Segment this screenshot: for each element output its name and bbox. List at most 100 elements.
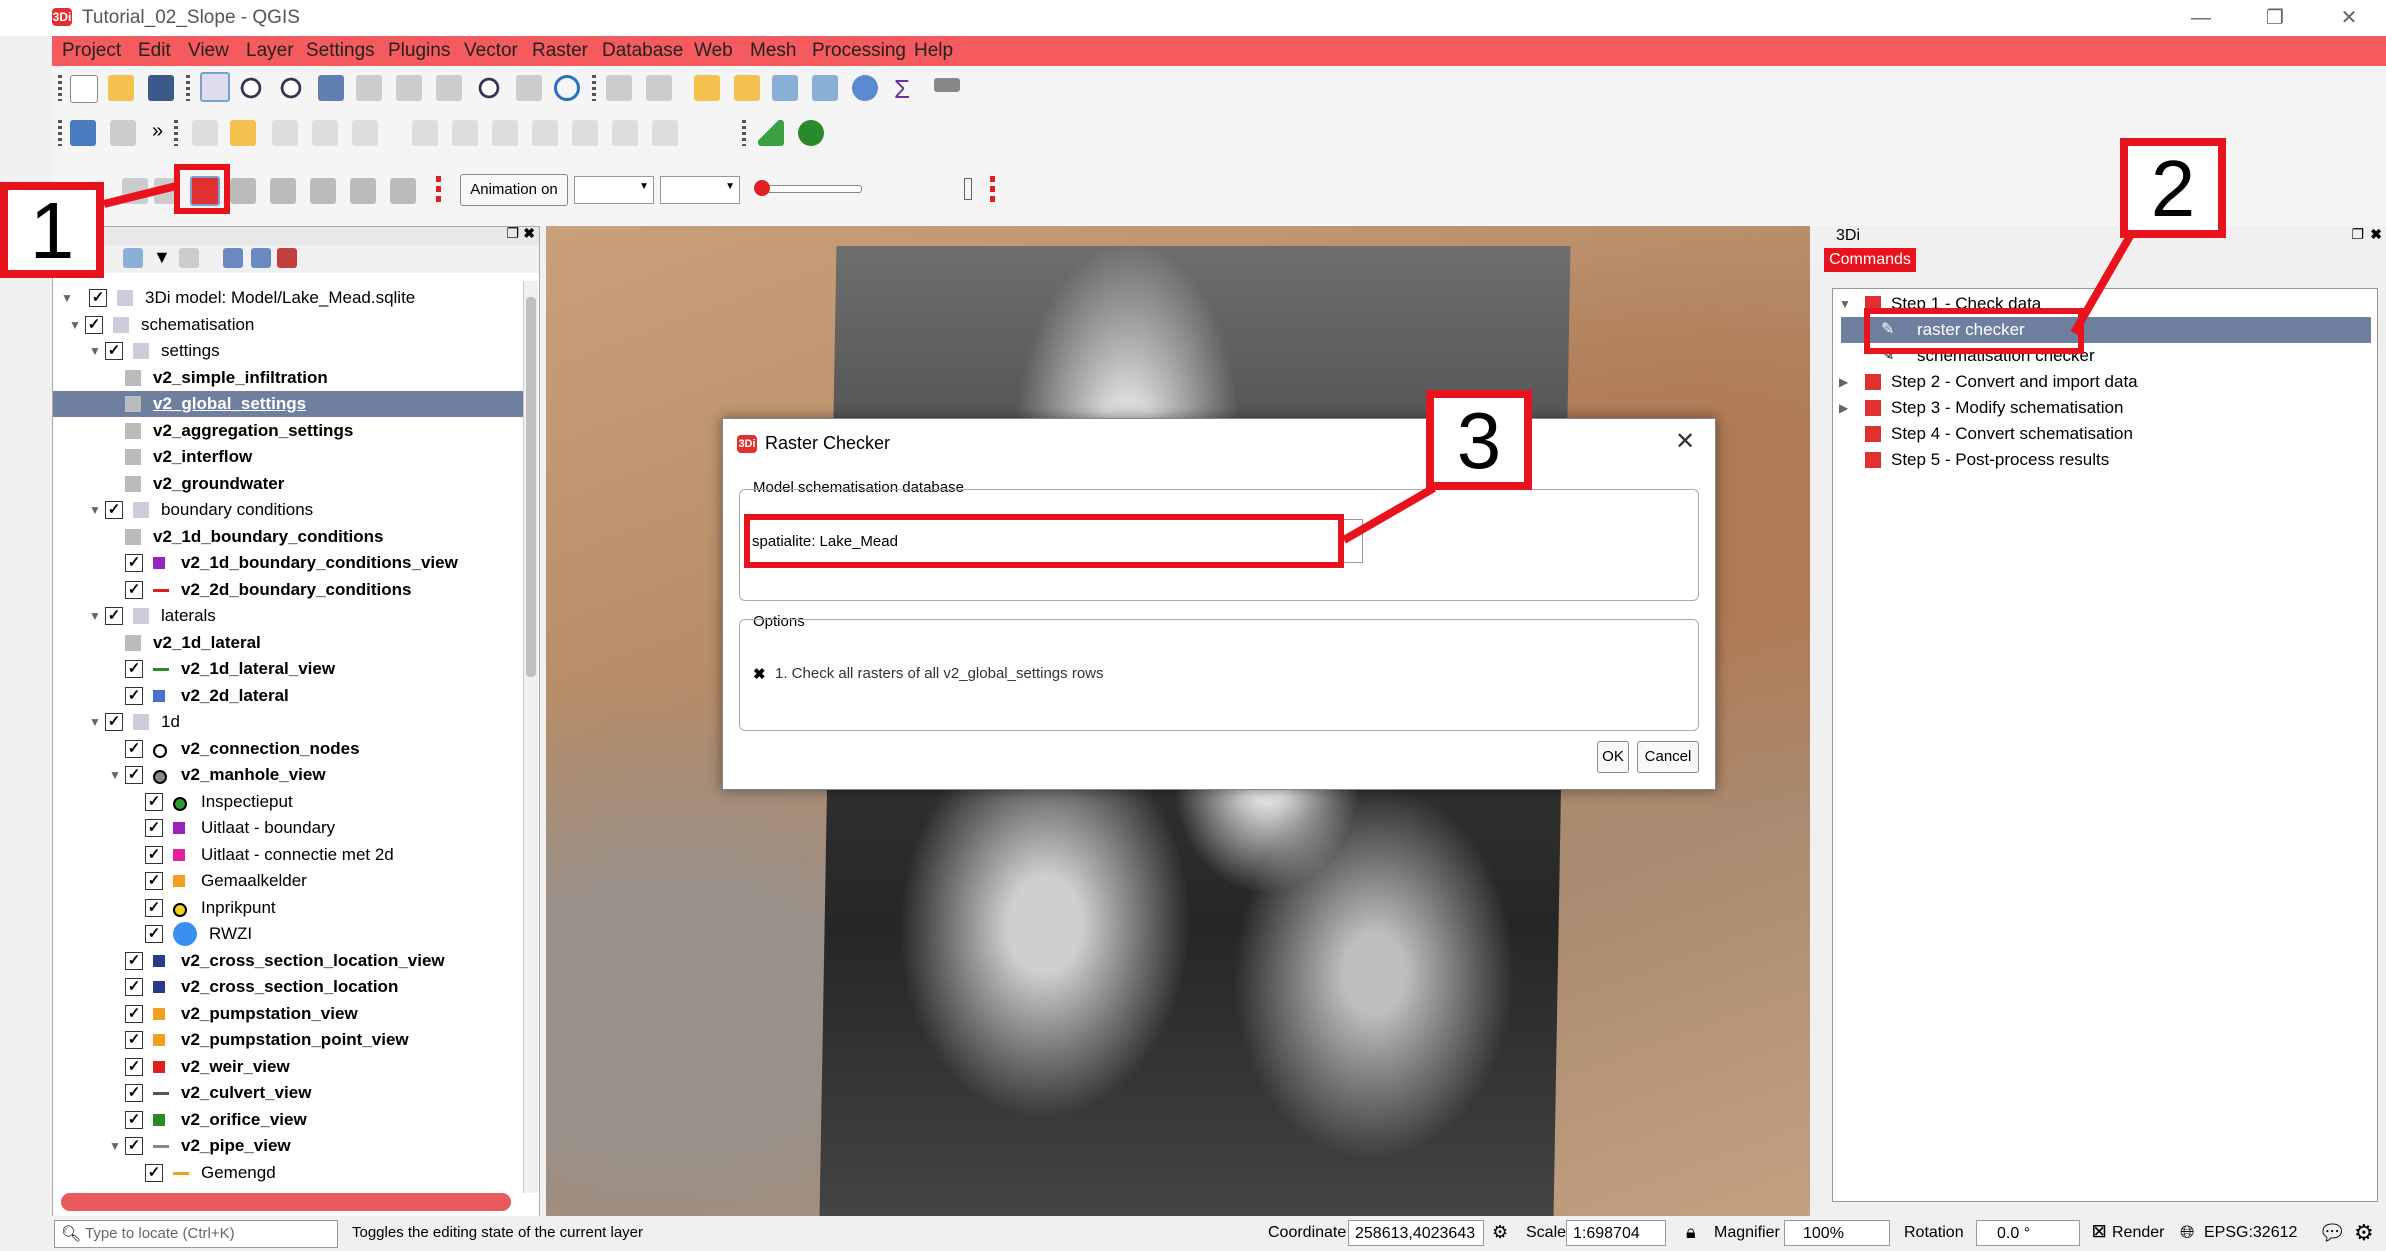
expand-all-icon[interactable]	[223, 248, 243, 268]
zoom-layer-icon[interactable]	[396, 75, 422, 101]
layer-checkbox[interactable]: ✓	[145, 898, 163, 917]
collapse-arrow-icon[interactable]: ▼	[1839, 291, 1851, 317]
ok-button[interactable]: OK	[1597, 741, 1629, 773]
layer-checkbox[interactable]: ✓	[125, 580, 143, 599]
toolbar-handle[interactable]	[592, 75, 596, 101]
layer-row[interactable]: ✓ v2_2d_boundary_conditions	[53, 577, 523, 603]
layer-row[interactable]: ✓ v2_pumpstation_point_view	[53, 1027, 523, 1053]
layer-row[interactable]: ✓ Inprikpunt	[53, 895, 523, 921]
processing-toolbox-icon[interactable]	[852, 75, 878, 101]
collapse-arrow-icon[interactable]: ▼	[61, 285, 73, 311]
field-calculator-icon[interactable]	[812, 75, 838, 101]
restore-button[interactable]: ❐	[2250, 2, 2300, 34]
statistics-sum-icon[interactable]: Σ	[894, 74, 910, 105]
layer-row[interactable]: v2_1d_lateral	[53, 630, 523, 656]
layer-checkbox[interactable]: ✓	[85, 315, 103, 334]
zoom-full-icon[interactable]	[318, 75, 344, 101]
save-project-icon[interactable]	[148, 75, 174, 101]
3di-info-icon[interactable]	[798, 120, 824, 146]
layer-row[interactable]: ✓ v2_1d_lateral_view	[53, 656, 523, 682]
vertex-tool-icon[interactable]	[352, 120, 378, 146]
layer-row[interactable]: ▼ ✓ v2_pipe_view	[53, 1133, 523, 1159]
layer-checkbox[interactable]: ✓	[125, 1137, 143, 1155]
digitize-icon[interactable]	[110, 120, 136, 146]
layer-row[interactable]: ▼ ✓ schematisation	[53, 312, 523, 338]
select-by-value-icon[interactable]	[694, 75, 720, 101]
menu-vector[interactable]: Vector	[464, 40, 518, 62]
3di-results-icon[interactable]	[758, 120, 784, 146]
layer-checkbox[interactable]: ✓	[145, 1163, 163, 1182]
undo-icon[interactable]	[612, 120, 638, 146]
layer-row[interactable]: v2_interflow	[53, 444, 523, 470]
current-edits-icon[interactable]	[192, 120, 218, 146]
minimize-button[interactable]: —	[2176, 2, 2226, 34]
tree-step-4[interactable]: Step 4 - Convert schematisation	[1833, 421, 2373, 447]
layer-checkbox[interactable]: ✓	[125, 951, 143, 970]
layer-row[interactable]: ✓ v2_orifice_view	[53, 1107, 523, 1133]
animation-select-1[interactable]: ▼	[574, 176, 654, 204]
expand-arrow-icon[interactable]: ▶	[1839, 395, 1848, 421]
layer-checkbox[interactable]: ✓	[89, 289, 107, 307]
open-layer-styling-icon[interactable]	[123, 248, 143, 268]
sideview-icon[interactable]	[270, 178, 296, 204]
overflow-chevron-icon[interactable]: »	[152, 120, 163, 143]
rotation-field[interactable]: 0.0 °	[1976, 1220, 2080, 1246]
layer-row[interactable]: ✓ v2_1d_boundary_conditions_view	[53, 550, 523, 576]
menu-raster[interactable]: Raster	[532, 40, 588, 62]
magnifier-field[interactable]: 100%	[1784, 1220, 1890, 1246]
delete-selected-icon[interactable]	[452, 120, 478, 146]
layer-checkbox[interactable]: ✓	[145, 872, 163, 890]
collapse-arrow-icon[interactable]: ▼	[89, 709, 101, 735]
layer-checkbox[interactable]: ✓	[125, 739, 143, 758]
layer-checkbox[interactable]: ✓	[145, 819, 163, 837]
redo-icon[interactable]	[652, 120, 678, 146]
zoom-out-icon[interactable]	[278, 75, 304, 101]
scale-field[interactable]: 1:698704	[1566, 1220, 1666, 1246]
layer-checkbox[interactable]: ✓	[105, 607, 123, 625]
layer-row[interactable]: ✓ v2_cross_section_location	[53, 974, 523, 1000]
layer-checkbox[interactable]: ✓	[145, 792, 163, 811]
save-edits-icon[interactable]	[272, 120, 298, 146]
layer-checkbox[interactable]: ✓	[125, 554, 143, 572]
crs-label[interactable]: EPSG:32612	[2204, 1224, 2297, 1242]
toggle-extents-icon[interactable]: ⚙	[1492, 1222, 1508, 1243]
select-features-icon[interactable]	[646, 75, 672, 101]
horizontal-scrollbar[interactable]	[61, 1193, 511, 1211]
collapse-arrow-icon[interactable]: ▼	[109, 762, 121, 788]
scale-icon[interactable]	[390, 178, 416, 204]
layer-checkbox[interactable]: ✓	[125, 1004, 143, 1023]
messages-icon[interactable]: 💬︎	[2318, 1220, 2346, 1246]
animation-select-2[interactable]: ▼	[660, 176, 740, 204]
tree-step-5[interactable]: Step 5 - Post-process results	[1833, 447, 2373, 473]
layer-row[interactable]: ✓ v2_connection_nodes	[53, 736, 523, 762]
toolbar-handle[interactable]	[436, 176, 441, 204]
menu-mesh[interactable]: Mesh	[750, 40, 796, 62]
layer-checkbox[interactable]: ✓	[105, 713, 123, 731]
layer-row[interactable]: ▼ ✓ v2_manhole_view	[53, 762, 523, 788]
zoom-last-icon[interactable]	[476, 75, 502, 101]
toolbar-handle[interactable]	[58, 75, 62, 101]
layer-row[interactable]: v2_global_settings	[53, 391, 523, 417]
menu-plugins[interactable]: Plugins	[388, 40, 450, 62]
new-project-icon[interactable]	[70, 75, 98, 103]
modify-attributes-icon[interactable]	[412, 120, 438, 146]
layer-checkbox[interactable]: ✓	[105, 501, 123, 519]
collapse-arrow-icon[interactable]: ▼	[89, 603, 101, 629]
attribute-table-icon[interactable]	[772, 75, 798, 101]
layer-row[interactable]: ▼ ✓ settings	[53, 338, 523, 364]
expand-arrow-icon[interactable]: ▶	[1839, 369, 1848, 395]
menu-view[interactable]: View	[188, 40, 229, 62]
layer-row[interactable]: ✓ v2_pumpstation_view	[53, 1001, 523, 1027]
toolbar-handle[interactable]	[186, 75, 190, 101]
deselect-icon[interactable]	[734, 75, 760, 101]
scrollbar-thumb[interactable]	[526, 297, 536, 677]
paste-features-icon[interactable]	[572, 120, 598, 146]
filter-icon[interactable]: ▼	[153, 247, 171, 268]
identify-icon[interactable]	[606, 75, 632, 101]
close-panel-icon[interactable]: ✖	[523, 225, 535, 242]
layer-row[interactable]: ✓ v2_weir_view	[53, 1054, 523, 1080]
layer-row[interactable]: v2_groundwater	[53, 471, 523, 497]
menu-project[interactable]: Project	[62, 40, 121, 62]
layer-checkbox[interactable]: ✓	[125, 766, 143, 784]
cut-features-icon[interactable]	[492, 120, 518, 146]
